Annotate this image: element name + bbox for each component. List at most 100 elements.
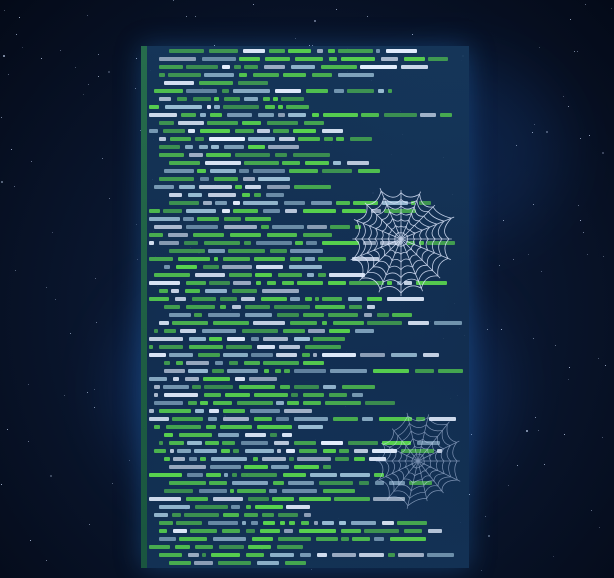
star [485,516,486,517]
code-token [317,49,323,53]
code-token [289,265,322,269]
code-line [149,73,467,77]
code-token [420,113,436,117]
code-token [278,105,283,109]
star [336,9,337,10]
code-token [163,209,182,213]
star [55,299,56,300]
code-token [224,473,228,477]
star [526,430,528,432]
code-token [279,137,295,141]
code-token [283,329,305,333]
code-token [290,321,317,325]
code-token [338,73,374,77]
code-token [246,529,255,533]
code-token [159,177,194,181]
code-token [283,73,306,77]
code-token [282,161,300,165]
code-token [299,529,336,533]
code-token [230,489,234,493]
code-token [290,249,323,253]
code-token [200,401,208,405]
code-token [254,417,272,421]
code-token [278,113,285,117]
code-token [323,465,331,469]
code-token [243,177,255,181]
code-token [208,417,217,421]
code-token [289,521,295,525]
code-token [306,89,328,93]
code-token [278,537,311,541]
star [8,74,9,75]
code-token [176,521,202,525]
code-token [257,425,292,429]
code-token [321,65,357,69]
star [136,224,137,225]
code-token [359,553,384,557]
code-token [170,137,191,141]
code-token [169,249,205,253]
star [83,94,84,95]
code-token [333,321,364,325]
code-token [283,473,306,477]
code-token [206,473,221,477]
code-token [232,305,241,309]
code-token [282,281,294,285]
star [137,259,138,260]
star [611,8,612,9]
code-token [213,321,249,325]
code-token [186,65,218,69]
code-token [268,145,299,149]
code-token [298,137,320,141]
code-token [202,329,236,333]
code-token [254,393,288,397]
code-token [159,321,169,325]
code-token [213,497,243,501]
code-token [319,481,353,485]
code-token [149,241,154,245]
code-line [149,121,467,125]
code-token [159,57,196,61]
code-token [230,233,261,237]
code-token [192,385,201,389]
star [87,15,88,16]
code-token [276,401,284,405]
code-token [186,497,208,501]
code-line [149,153,467,157]
code-token [223,409,245,413]
code-token [347,89,374,93]
code-token [273,129,289,133]
star [52,232,53,233]
code-token [171,289,179,293]
code-token [235,377,245,381]
code-token [264,369,269,373]
code-token [365,401,395,405]
code-line [149,537,467,541]
code-token [253,169,285,173]
code-token [159,73,165,77]
star [31,161,32,162]
star [583,232,584,233]
code-token [189,345,223,349]
code-token [285,209,297,213]
code-token [220,425,252,429]
star [108,71,110,73]
code-token [282,433,292,437]
code-token [302,353,310,357]
code-token [186,361,209,365]
code-token [220,297,237,301]
code-token [303,313,324,317]
code-token [263,97,270,101]
star [186,16,187,17]
code-token [233,209,258,213]
code-token [384,113,417,117]
code-panel [141,46,469,568]
code-token [256,241,292,245]
star [598,358,599,359]
code-token [203,377,230,381]
code-token [154,449,166,453]
code-token [193,233,224,237]
code-line [149,401,467,405]
code-token [312,73,332,77]
code-token [229,273,252,277]
